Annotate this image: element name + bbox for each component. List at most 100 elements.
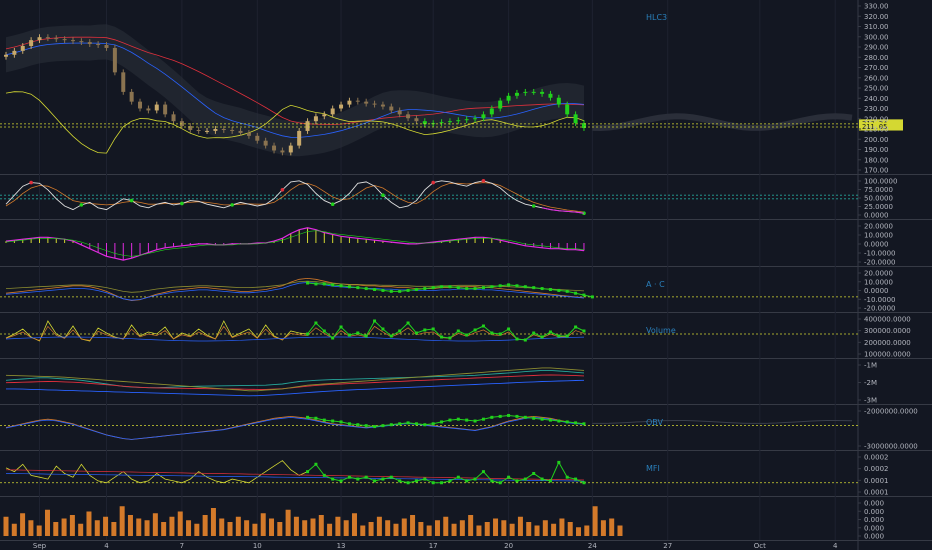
hist-bar: [285, 509, 291, 536]
ac-dot: [515, 284, 519, 288]
volume-dot: [440, 335, 444, 339]
candle-body: [221, 128, 226, 130]
mfi-dot: [465, 479, 469, 483]
obv-dot: [389, 423, 393, 427]
hist-bar: [194, 523, 200, 536]
axis-tick-label: 240.00: [864, 95, 889, 103]
axis-tick-label: -1M: [864, 362, 877, 370]
time-tick-label: 20: [504, 542, 513, 550]
hist-bar: [127, 515, 133, 536]
axis-tick-label: 25.0000: [864, 203, 893, 211]
mfi-dot: [523, 477, 527, 481]
volume-dot: [339, 325, 343, 329]
ac-dot: [423, 287, 427, 291]
obv-dot: [557, 419, 561, 423]
axis-tick-label: 10.0000: [864, 278, 893, 286]
hist-bar: [393, 523, 399, 536]
hist-bar: [152, 513, 158, 536]
mfi-dot: [473, 477, 477, 481]
hist-bar: [269, 518, 275, 536]
hist-bar: [161, 522, 167, 536]
mfi-dot: [306, 470, 310, 474]
hist-bar: [376, 516, 382, 536]
candle-body: [506, 95, 511, 101]
candle-body: [565, 104, 570, 115]
time-tick-label: 17: [429, 542, 438, 550]
volume-dot: [406, 321, 410, 325]
stoch-cross-marker: [431, 180, 435, 185]
obv-dot: [322, 418, 326, 422]
obv-dot: [440, 420, 444, 424]
hist-bar: [260, 513, 266, 536]
hist-bar: [368, 522, 374, 536]
volume-dot: [465, 333, 469, 337]
axis-tick-label: -2M: [864, 379, 877, 387]
hist-bar: [443, 516, 449, 536]
candle-body: [573, 114, 578, 124]
candle-body: [205, 130, 210, 132]
candle-body: [355, 100, 360, 102]
mfi-dot: [389, 475, 393, 479]
candle-body: [54, 38, 59, 40]
mfi-dot: [331, 477, 335, 481]
hist-bar: [343, 520, 349, 536]
time-tick-label: 4: [104, 542, 109, 550]
hist-bar: [551, 523, 557, 536]
candle-body: [96, 44, 101, 46]
ac-dot: [498, 284, 502, 288]
hist-bar: [86, 511, 92, 536]
ac-dot: [507, 283, 511, 287]
hist-bar: [351, 513, 357, 536]
chart-canvas[interactable]: 212.24211.05 330.00320.00310.00300.00290…: [0, 0, 932, 550]
volume-dot: [373, 319, 377, 323]
volume-dot: [398, 329, 402, 333]
hist-bar: [227, 522, 233, 536]
mfi-dot: [507, 475, 511, 479]
pane-title-ac: A · C: [646, 280, 665, 289]
ac-dot: [339, 284, 343, 288]
ac-dot: [322, 282, 326, 286]
hist-bar: [501, 520, 507, 536]
volume-dot: [490, 331, 494, 335]
ac-dot: [406, 288, 410, 292]
hist-bar: [53, 522, 59, 536]
candle-body: [71, 40, 76, 42]
obv-dot: [490, 415, 494, 419]
hist-bar: [235, 516, 241, 536]
candle-body: [154, 104, 159, 111]
mfi-dot: [582, 481, 586, 485]
obv-dot: [356, 423, 360, 427]
axis-tick-label: 220.00: [864, 115, 889, 123]
hist-bar: [609, 518, 615, 536]
candle-body: [556, 97, 561, 105]
mfi-dot: [490, 479, 494, 483]
obv-dot: [423, 423, 427, 427]
pane-title-volume: Volume: [646, 326, 676, 335]
candle-body: [464, 119, 469, 121]
hist-bar: [44, 509, 50, 536]
hist-bar: [451, 523, 457, 536]
axis-tick-label: 170.00: [864, 167, 889, 175]
candle-body: [514, 92, 519, 96]
axis-tick-label: 0.000: [864, 524, 884, 532]
hist-bar: [318, 515, 324, 536]
stoch-cross-marker: [79, 203, 84, 207]
mfi-dot: [448, 479, 452, 483]
candle-body: [380, 104, 385, 107]
candle-body: [196, 129, 201, 131]
pane-title-mfi: MFI: [646, 464, 660, 473]
volume-dot: [507, 327, 511, 331]
candle-body: [439, 122, 444, 124]
hist-bar: [584, 525, 590, 536]
hist-bar: [3, 516, 9, 536]
candle-body: [297, 130, 302, 146]
axis-tick-label: 230.00: [864, 105, 889, 113]
obv-dot: [481, 417, 485, 421]
mfi-dot: [456, 475, 460, 479]
candle-body: [447, 121, 452, 123]
mfi-dot: [440, 481, 444, 485]
volume-dot: [347, 333, 351, 337]
axis-tick-label: 100.0000: [864, 178, 897, 186]
candle-body: [531, 91, 536, 93]
obv-dot: [448, 418, 452, 422]
